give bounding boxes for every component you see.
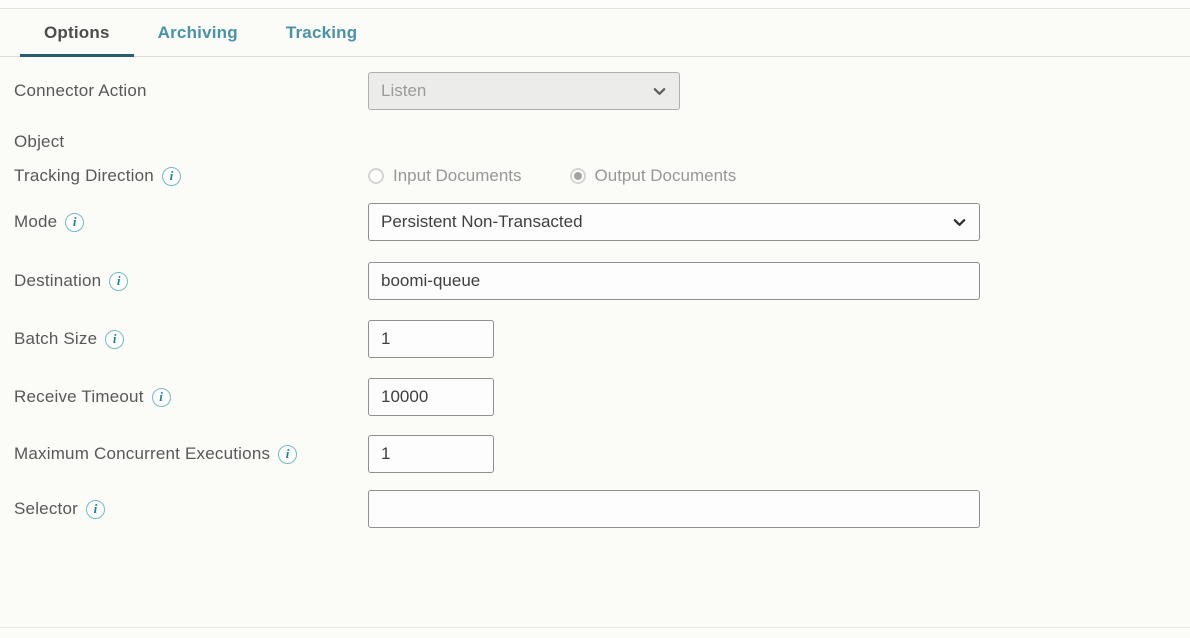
- info-icon[interactable]: i: [152, 388, 171, 407]
- destination-label: Destination i: [14, 271, 368, 291]
- connector-action-value: Listen: [381, 81, 426, 101]
- tab-bar: Options Archiving Tracking: [0, 9, 1190, 57]
- selector-label: Selector i: [14, 499, 368, 519]
- radio-output-documents: Output Documents: [570, 166, 737, 186]
- receive-timeout-label: Receive Timeout i: [14, 387, 368, 407]
- info-icon[interactable]: i: [278, 445, 297, 464]
- batch-size-row: Batch Size i: [14, 320, 1176, 358]
- batch-size-input[interactable]: [368, 320, 494, 358]
- tracking-direction-radio-group: Input Documents Output Documents: [368, 166, 736, 186]
- mode-row: Mode i Persistent Non-Transacted: [14, 203, 1176, 241]
- max-concurrent-executions-label: Maximum Concurrent Executions i: [14, 444, 368, 464]
- max-concurrent-executions-row: Maximum Concurrent Executions i: [14, 435, 1176, 473]
- tab-archiving[interactable]: Archiving: [134, 9, 262, 56]
- destination-input[interactable]: [368, 262, 980, 300]
- tab-archiving-label: Archiving: [158, 23, 238, 43]
- selector-row: Selector i: [14, 490, 1176, 528]
- tracking-direction-label: Tracking Direction i: [14, 166, 368, 186]
- info-icon[interactable]: i: [162, 167, 181, 186]
- connector-action-select: Listen: [368, 72, 680, 110]
- connector-action-row: Connector Action Listen: [14, 72, 1176, 110]
- tab-options-label: Options: [44, 23, 110, 43]
- object-section-label: Object: [14, 132, 368, 152]
- batch-size-label: Batch Size i: [14, 329, 368, 349]
- radio-circle-checked: [570, 168, 586, 184]
- chevron-down-icon: [952, 215, 967, 230]
- info-icon[interactable]: i: [105, 330, 124, 349]
- radio-input-documents: Input Documents: [368, 166, 522, 186]
- info-icon[interactable]: i: [65, 213, 84, 232]
- tracking-direction-row: Tracking Direction i Input Documents Out…: [14, 161, 1176, 191]
- mode-value: Persistent Non-Transacted: [381, 212, 583, 232]
- object-section-row: Object: [14, 132, 1176, 152]
- mode-select[interactable]: Persistent Non-Transacted: [368, 203, 980, 241]
- mode-label: Mode i: [14, 212, 368, 232]
- info-icon[interactable]: i: [109, 272, 128, 291]
- bottom-divider: [0, 627, 1190, 628]
- receive-timeout-input[interactable]: [368, 378, 494, 416]
- radio-input-documents-label: Input Documents: [393, 166, 522, 186]
- radio-circle-unchecked: [368, 168, 384, 184]
- radio-output-documents-label: Output Documents: [595, 166, 737, 186]
- max-concurrent-executions-input[interactable]: [368, 435, 494, 473]
- receive-timeout-row: Receive Timeout i: [14, 378, 1176, 416]
- tab-tracking[interactable]: Tracking: [262, 9, 382, 56]
- tab-options[interactable]: Options: [20, 9, 134, 56]
- destination-row: Destination i: [14, 262, 1176, 300]
- top-divider: [0, 0, 1190, 9]
- info-icon[interactable]: i: [86, 500, 105, 519]
- tab-tracking-label: Tracking: [286, 23, 358, 43]
- chevron-down-icon: [652, 84, 667, 99]
- options-form: Connector Action Listen Object Tracking …: [0, 57, 1190, 528]
- selector-input[interactable]: [368, 490, 980, 528]
- connector-action-label: Connector Action: [14, 81, 368, 101]
